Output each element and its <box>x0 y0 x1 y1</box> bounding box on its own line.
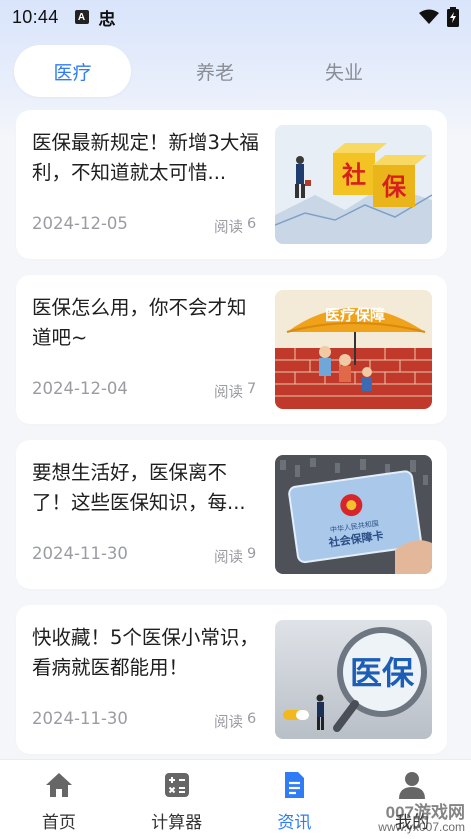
app-notification-icon: 忠 <box>98 9 116 30</box>
nav-home[interactable]: 首页 <box>0 760 118 839</box>
thumb-text-yibao: 医保 <box>350 654 415 692</box>
article-card[interactable]: 快收藏！5个医保小常识，看病就医都能用！ 2024-11-30 阅读 6 医保 <box>16 605 447 754</box>
article-card[interactable]: 医保怎么用，你不会才知道吧~ 2024-12-04 阅读 7 医疗保障 <box>16 275 447 424</box>
home-icon <box>45 773 72 797</box>
article-thumbnail: 医疗保障 <box>275 290 432 409</box>
article-title: 快收藏！5个医保小常识，看病就医都能用！ <box>32 626 259 679</box>
article-title: 要想生活好，医保离不了！这些医保知识，每... <box>32 461 246 514</box>
article-read-count: 阅读 9 <box>214 546 256 567</box>
notification-a-icon: A <box>74 10 89 24</box>
read-label: 阅读 <box>214 550 243 566</box>
read-label: 阅读 <box>214 220 243 236</box>
read-value: 9 <box>247 546 257 562</box>
article-thumbnail: 医保 <box>275 620 432 739</box>
category-tabs: 医疗 养老 失业 <box>14 44 457 98</box>
article-title: 医保最新规定！新增3大福利，不知道就太可惜... <box>32 131 259 184</box>
read-label: 阅读 <box>214 385 243 401</box>
article-read-count: 阅读 7 <box>214 381 256 402</box>
status-right-icons <box>419 7 459 27</box>
watermark: 007游戏网 www.yx007.com <box>378 803 465 835</box>
status-bar: 10:44 A 忠 <box>0 0 471 34</box>
article-thumbnail: 社 保 <box>275 125 432 244</box>
tab-unemployment[interactable]: 失业 <box>299 45 389 97</box>
article-card[interactable]: 要想生活好，医保离不了！这些医保知识，每... 2024-11-30 阅读 9 … <box>16 440 447 589</box>
nav-label: 资讯 <box>277 813 312 833</box>
article-title: 医保怎么用，你不会才知道吧~ <box>32 296 247 349</box>
wifi-icon <box>419 9 439 24</box>
nav-label: 计算器 <box>151 813 203 833</box>
article-date: 2024-11-30 <box>32 709 128 728</box>
article-date: 2024-11-30 <box>32 544 128 563</box>
read-value: 6 <box>247 711 257 727</box>
tab-medical[interactable]: 医疗 <box>14 45 131 97</box>
thumb-text-bao: 保 <box>381 173 407 201</box>
read-value: 6 <box>247 216 257 232</box>
read-value: 7 <box>247 381 257 397</box>
thumb-text-medical-security: 医疗保障 <box>325 306 385 324</box>
battery-icon <box>447 7 459 27</box>
article-date: 2024-12-04 <box>32 379 128 398</box>
article-thumbnail: 中华人民共和国 社会保障卡 <box>275 455 432 574</box>
thumb-text-she: 社 <box>342 161 366 189</box>
tab-pension[interactable]: 养老 <box>131 45 299 97</box>
article-date: 2024-12-05 <box>32 214 128 233</box>
article-read-count: 阅读 6 <box>214 216 256 237</box>
news-icon <box>285 772 305 798</box>
nav-news[interactable]: 资讯 <box>236 760 354 839</box>
nav-calculator[interactable]: 计算器 <box>118 760 236 839</box>
watermark-main: 007游戏网 <box>385 803 465 822</box>
calculator-icon <box>164 773 189 797</box>
status-time: 10:44 <box>12 6 59 27</box>
watermark-sub: www.yx007.com <box>378 820 465 834</box>
article-read-count: 阅读 6 <box>214 711 256 732</box>
article-card[interactable]: 医保最新规定！新增3大福利，不知道就太可惜... 2024-12-05 阅读 6… <box>16 110 447 259</box>
user-icon <box>399 772 426 799</box>
read-label: 阅读 <box>214 715 243 731</box>
nav-label: 首页 <box>41 813 76 833</box>
